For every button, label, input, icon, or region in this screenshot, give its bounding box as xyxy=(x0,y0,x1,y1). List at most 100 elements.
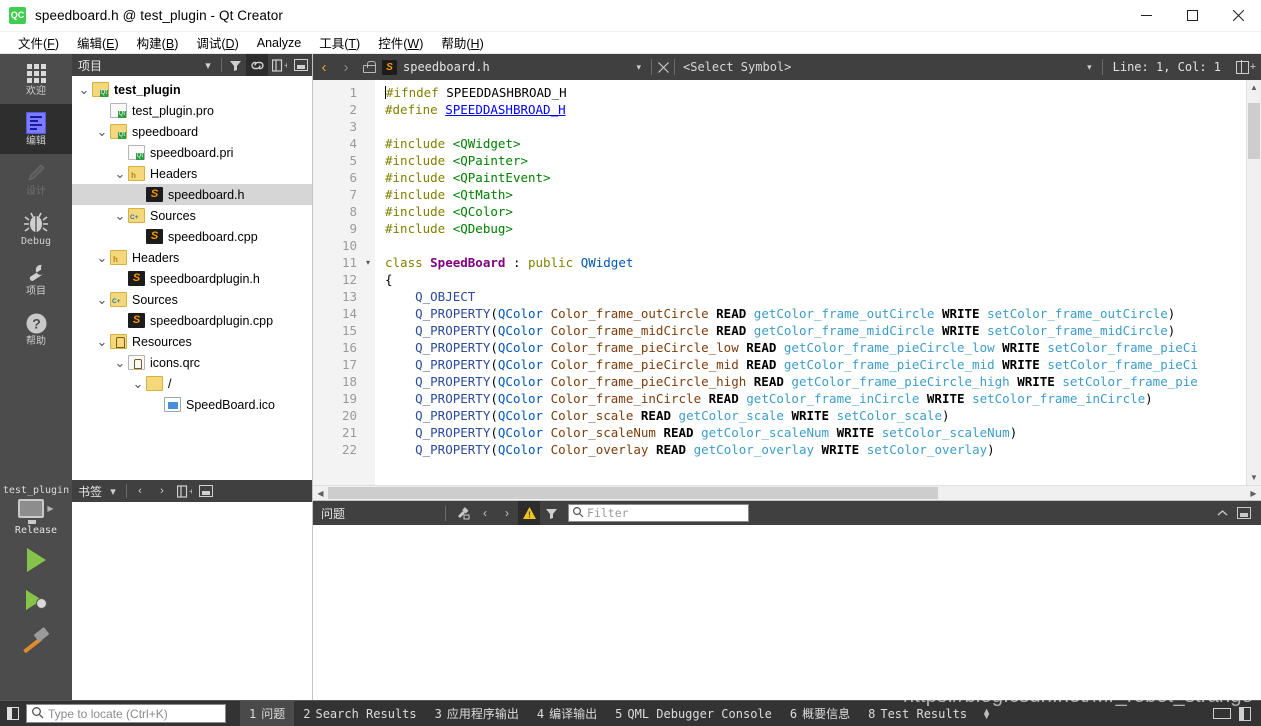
code-line[interactable]: Q_OBJECT xyxy=(385,288,1246,305)
code-line[interactable]: #include <QWidget> xyxy=(385,135,1246,152)
chevron-down-icon[interactable]: ⌄ xyxy=(94,293,110,306)
chevron-down-icon[interactable]: ⌄ xyxy=(94,125,110,138)
menu-help[interactable]: 帮助(H) xyxy=(432,31,492,54)
chevron-down-icon[interactable]: ⌄ xyxy=(130,377,146,390)
menu-debug[interactable]: 调试(D) xyxy=(187,31,247,54)
split-icon[interactable]: + xyxy=(268,54,290,76)
code-line[interactable]: #include <QPaintEvent> xyxy=(385,169,1246,186)
tree-item[interactable]: ⌄ / xyxy=(72,373,312,394)
navigate-forward-button[interactable]: › xyxy=(335,54,357,80)
close-button[interactable] xyxy=(1215,0,1261,32)
tree-item[interactable]: ⌄ Resources xyxy=(72,331,312,352)
issues-prev-icon[interactable]: ‹ xyxy=(474,501,496,525)
tree-item[interactable]: ⌄ icons.qrc xyxy=(72,352,312,373)
tree-item[interactable]: Sspeedboardplugin.cpp xyxy=(72,310,312,331)
tree-item[interactable]: ⌄ Sources xyxy=(72,289,312,310)
output-pane-updown-icon[interactable]: ▲ ▼ xyxy=(982,706,991,720)
code-line[interactable]: Q_PROPERTY(QColor Color_frame_midCircle … xyxy=(385,322,1246,339)
mode-item-edit[interactable]: 编辑 xyxy=(0,104,72,154)
editor-horizontal-scrollbar[interactable]: ◀ ▶ xyxy=(313,485,1261,500)
code-line[interactable]: class SpeedBoard : public QWidget xyxy=(385,254,1246,271)
menu-window[interactable]: 控件(W) xyxy=(369,31,432,54)
output-tab[interactable]: 4 编译输出 xyxy=(528,701,606,726)
code-line[interactable]: #define SPEEDDASHBROAD_H xyxy=(385,101,1246,118)
issues-list[interactable] xyxy=(313,525,1261,700)
close-document-button[interactable] xyxy=(652,54,674,80)
unlocked-icon[interactable] xyxy=(357,54,379,80)
run-button[interactable] xyxy=(0,540,72,580)
menu-tools[interactable]: 工具(T) xyxy=(310,31,369,54)
code-line[interactable]: Q_PROPERTY(QColor Color_frame_inCircle R… xyxy=(385,390,1246,407)
chevron-down-icon[interactable]: ⌄ xyxy=(112,209,128,222)
issues-collapse-icon[interactable] xyxy=(1211,501,1233,525)
horizontal-scroll-track[interactable] xyxy=(328,486,1246,500)
scroll-up-icon[interactable]: ▲ xyxy=(1247,80,1261,95)
symbol-chevron-down-icon[interactable]: ▾ xyxy=(1077,62,1102,73)
fold-column[interactable]: ▾ xyxy=(361,80,375,485)
output-tab[interactable]: 5 QML Debugger Console xyxy=(606,703,781,725)
code-line[interactable]: #include <QColor> xyxy=(385,203,1246,220)
output-tab[interactable]: 2 Search Results xyxy=(294,703,425,725)
build-button[interactable] xyxy=(0,620,72,660)
code-line[interactable]: Q_PROPERTY(QColor Color_frame_outCircle … xyxy=(385,305,1246,322)
menu-build[interactable]: 构建(B) xyxy=(128,31,188,54)
clear-issues-icon[interactable] xyxy=(452,501,474,525)
maximize-button[interactable] xyxy=(1169,0,1215,32)
scroll-left-icon[interactable]: ◀ xyxy=(313,486,328,500)
chevron-down-icon[interactable]: ⌄ xyxy=(112,356,128,369)
code-line[interactable]: Q_PROPERTY(QColor Color_scale READ getCo… xyxy=(385,407,1246,424)
kit-selector[interactable]: test_plugin ▶ Release xyxy=(0,479,72,540)
code-line[interactable]: #include <QPainter> xyxy=(385,152,1246,169)
output-tab[interactable]: 1 问题 xyxy=(240,701,295,726)
code-line[interactable]: #ifndef SPEEDDASHBROAD_H xyxy=(385,84,1246,101)
mode-item-design[interactable]: 设计 xyxy=(0,154,72,204)
tree-item[interactable]: Sspeedboardplugin.h xyxy=(72,268,312,289)
tree-item[interactable]: ⌄ Headers xyxy=(72,247,312,268)
debug-button[interactable] xyxy=(0,580,72,620)
tree-item[interactable]: Sspeedboard.h xyxy=(72,184,312,205)
code-line[interactable]: Q_PROPERTY(QColor Color_scaleNum READ ge… xyxy=(385,424,1246,441)
code-line[interactable]: Q_PROPERTY(QColor Color_frame_pieCircle_… xyxy=(385,356,1246,373)
horizontal-scroll-thumb[interactable] xyxy=(328,487,938,499)
code-editor[interactable]: 1 2 3 4 5 6 7 8 9 10 11 12 13 14 15 16 17 18 19 20 21 22 ▾ #i… xyxy=(313,80,1261,485)
chevron-down-icon[interactable]: ▾ xyxy=(626,62,651,73)
chevron-down-icon[interactable]: ⌄ xyxy=(94,335,110,348)
issues-maximize-icon[interactable] xyxy=(1233,501,1255,525)
output-tab[interactable]: 6 概要信息 xyxy=(781,701,859,726)
filter-icon[interactable] xyxy=(224,54,246,76)
bookmarks-dropdown-icon[interactable]: ▾ xyxy=(102,480,124,502)
code-line[interactable]: Q_PROPERTY(QColor Color_frame_pieCircle_… xyxy=(385,339,1246,356)
tree-item[interactable]: Sspeedboard.cpp xyxy=(72,226,312,247)
code-line[interactable]: Q_PROPERTY(QColor Color_frame_pieCircle_… xyxy=(385,373,1246,390)
link-icon[interactable] xyxy=(246,54,268,76)
tree-item[interactable]: ⌄ Sources xyxy=(72,205,312,226)
mode-item-debug[interactable]: Debug xyxy=(0,204,72,254)
locator-input[interactable]: Type to locate (Ctrl+K) xyxy=(26,704,226,723)
output-tab[interactable]: 8 Test Results xyxy=(859,703,976,725)
editor-vertical-scrollbar[interactable]: ▲ ▼ xyxy=(1246,80,1261,485)
menu-edit[interactable]: 编辑(E) xyxy=(68,31,128,54)
project-panel-dropdown-icon[interactable]: ▾ xyxy=(197,54,219,76)
tree-item[interactable]: test_plugin.pro xyxy=(72,100,312,121)
split-editor-icon[interactable]: + xyxy=(1231,54,1261,80)
menu-analyze[interactable]: Analyze xyxy=(248,34,310,52)
fold-marker-icon[interactable]: ▾ xyxy=(361,254,375,271)
chevron-down-icon[interactable]: ⌄ xyxy=(112,167,128,180)
project-tree[interactable]: ⌄ test_plugin test_plugin.pro ⌄ speedboard sp… xyxy=(72,76,312,478)
tree-item[interactable]: speedboard.pri xyxy=(72,142,312,163)
bookmarks-next-icon[interactable]: › xyxy=(151,480,173,502)
chevron-down-icon[interactable]: ⌄ xyxy=(76,83,92,96)
bookmarks-list[interactable] xyxy=(72,502,312,700)
vertical-scroll-thumb[interactable] xyxy=(1248,103,1260,159)
code-line[interactable]: #include <QtMath> xyxy=(385,186,1246,203)
mode-item-help[interactable]: ? 帮助 xyxy=(0,304,72,354)
code-content[interactable]: #ifndef SPEEDDASHBROAD_H #define SPEEDDAS… xyxy=(375,80,1246,485)
scroll-right-icon[interactable]: ▶ xyxy=(1246,486,1261,500)
issues-filter-input[interactable]: Filter xyxy=(568,504,750,522)
vertical-scroll-track[interactable] xyxy=(1247,95,1261,470)
scroll-down-icon[interactable]: ▼ xyxy=(1247,470,1261,485)
code-line[interactable]: #include <QDebug> xyxy=(385,220,1246,237)
filter-warnings-icon[interactable]: ! xyxy=(518,501,541,525)
output-tab[interactable]: 3 应用程序输出 xyxy=(426,701,528,726)
mode-item-welcome[interactable]: 欢迎 xyxy=(0,54,72,104)
